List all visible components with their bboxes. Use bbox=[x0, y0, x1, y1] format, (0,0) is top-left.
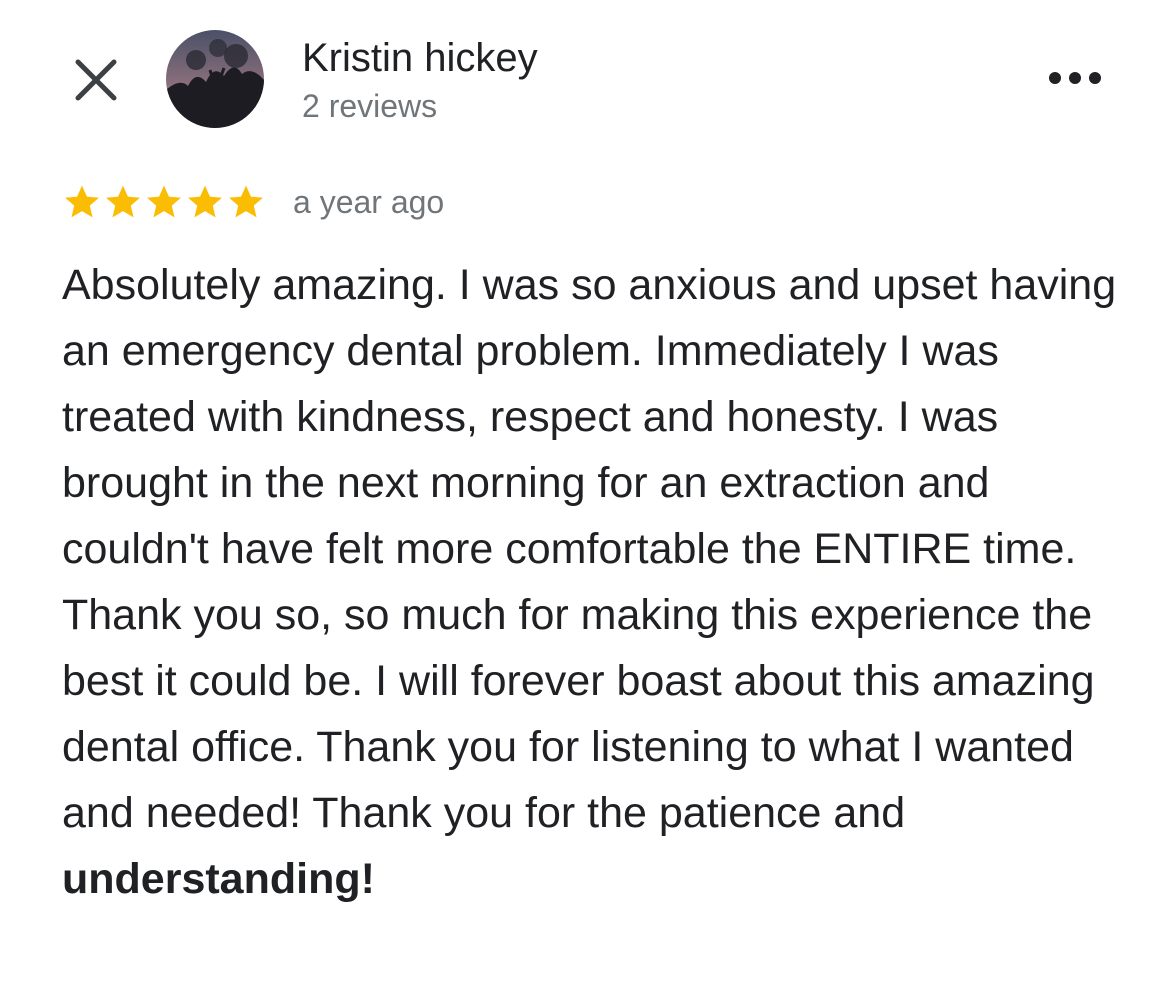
close-button[interactable] bbox=[68, 52, 124, 108]
review-text-main: Absolutely amazing. I was so anxious and… bbox=[62, 261, 1117, 837]
review-header: Kristin hickey 2 reviews bbox=[0, 0, 1170, 150]
review-count: 2 reviews bbox=[302, 88, 438, 124]
more-horizontal-icon bbox=[1049, 72, 1101, 84]
review-text: Absolutely amazing. I was so anxious and… bbox=[62, 252, 1122, 912]
rating-row: a year ago bbox=[62, 180, 444, 224]
close-icon bbox=[75, 59, 117, 101]
star-icon bbox=[185, 182, 225, 222]
avatar-image bbox=[166, 30, 264, 128]
more-options-button[interactable] bbox=[1040, 58, 1110, 98]
star-icon bbox=[62, 182, 102, 222]
avatar[interactable] bbox=[166, 30, 264, 128]
star-icon bbox=[144, 182, 184, 222]
review-time: a year ago bbox=[293, 184, 445, 220]
user-name[interactable]: Kristin hickey bbox=[302, 34, 538, 82]
review-text-emphasis: understanding! bbox=[62, 855, 375, 903]
star-icon bbox=[226, 182, 266, 222]
star-rating bbox=[62, 182, 267, 222]
star-icon bbox=[103, 182, 143, 222]
